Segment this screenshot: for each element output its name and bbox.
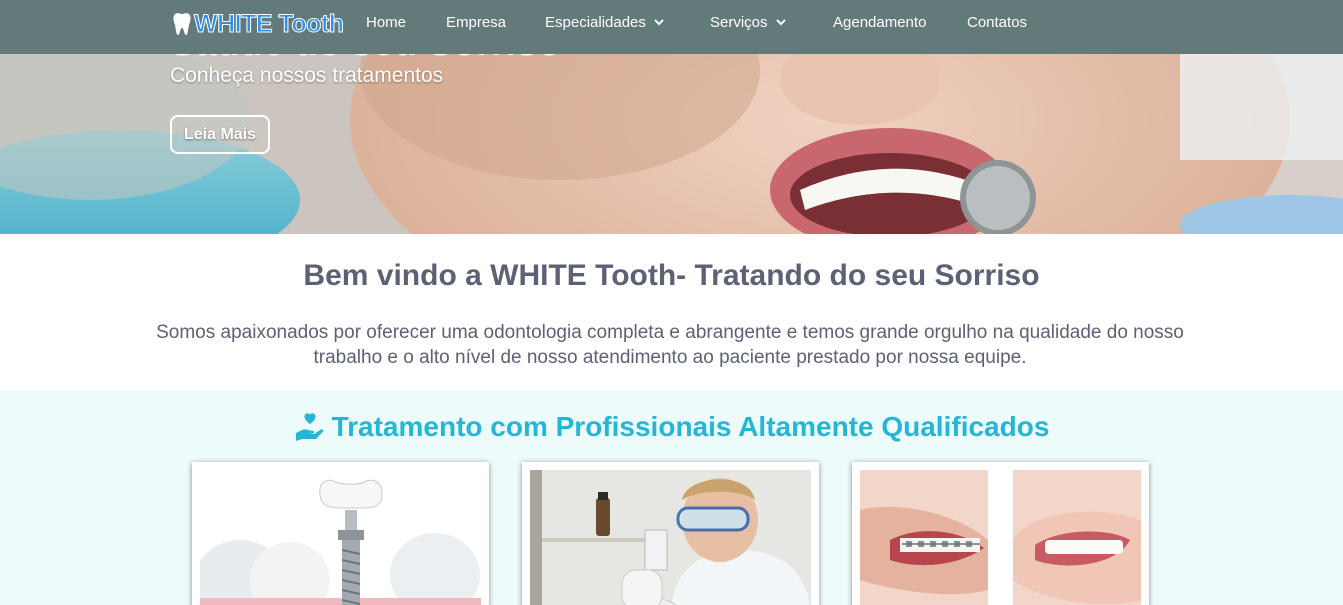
nav-agendamento-label: Agendamento [833, 13, 927, 31]
nav-empresa-label: Empresa [446, 13, 507, 31]
nav-home-label: Home [366, 13, 407, 31]
welcome-text: Somos apaixonados por oferecer uma odont… [156, 322, 1184, 368]
dental-implant-image [200, 470, 481, 605]
nav-especialidades[interactable]: Especialidades [545, 14, 710, 31]
tooth-icon [173, 13, 191, 35]
treatment-card-lab[interactable] [522, 462, 819, 605]
nav-agendamento[interactable]: Agendamento [833, 14, 967, 31]
treatment-card-implant[interactable] [192, 462, 489, 605]
nav-servicos-label: Serviços [710, 13, 768, 31]
main-nav: Home Empresa Especialidades Serviços Age… [366, 0, 1047, 44]
chevron-down-icon [775, 19, 786, 26]
treatment-heading: Tratamento com Profissionais Altamente Q… [0, 411, 1343, 443]
nav-contatos[interactable]: Contatos [967, 14, 1047, 31]
nav-empresa[interactable]: Empresa [446, 14, 545, 31]
nav-home[interactable]: Home [366, 14, 446, 31]
hero-subtitle: Conheça nossos tratamentos [170, 64, 444, 87]
read-more-button[interactable]: Leia Mais [170, 115, 270, 154]
treatment-card-braces[interactable] [852, 462, 1149, 605]
braces-smile-image [860, 470, 1141, 605]
brand-name: WHITE Tooth [194, 9, 345, 38]
nav-contatos-label: Contatos [967, 13, 1028, 31]
nav-servicos[interactable]: Serviços [710, 14, 833, 31]
nav-especialidades-label: Especialidades [545, 13, 646, 31]
treatment-title: Tratamento com Profissionais Altamente Q… [331, 411, 1050, 442]
chevron-down-icon [654, 19, 664, 26]
welcome-title: Bem vindo a WHITE Tooth- Tratando do seu… [303, 259, 1040, 292]
hand-heart-icon [295, 413, 323, 441]
brand-logo[interactable]: WHITE Tooth [172, 7, 345, 41]
lab-microscope-image [530, 470, 811, 605]
treatment-section: Tratamento com Profissionais Altamente Q… [0, 391, 1343, 605]
top-navbar: WHITE Tooth Home Empresa Especialidades … [0, 0, 1343, 54]
